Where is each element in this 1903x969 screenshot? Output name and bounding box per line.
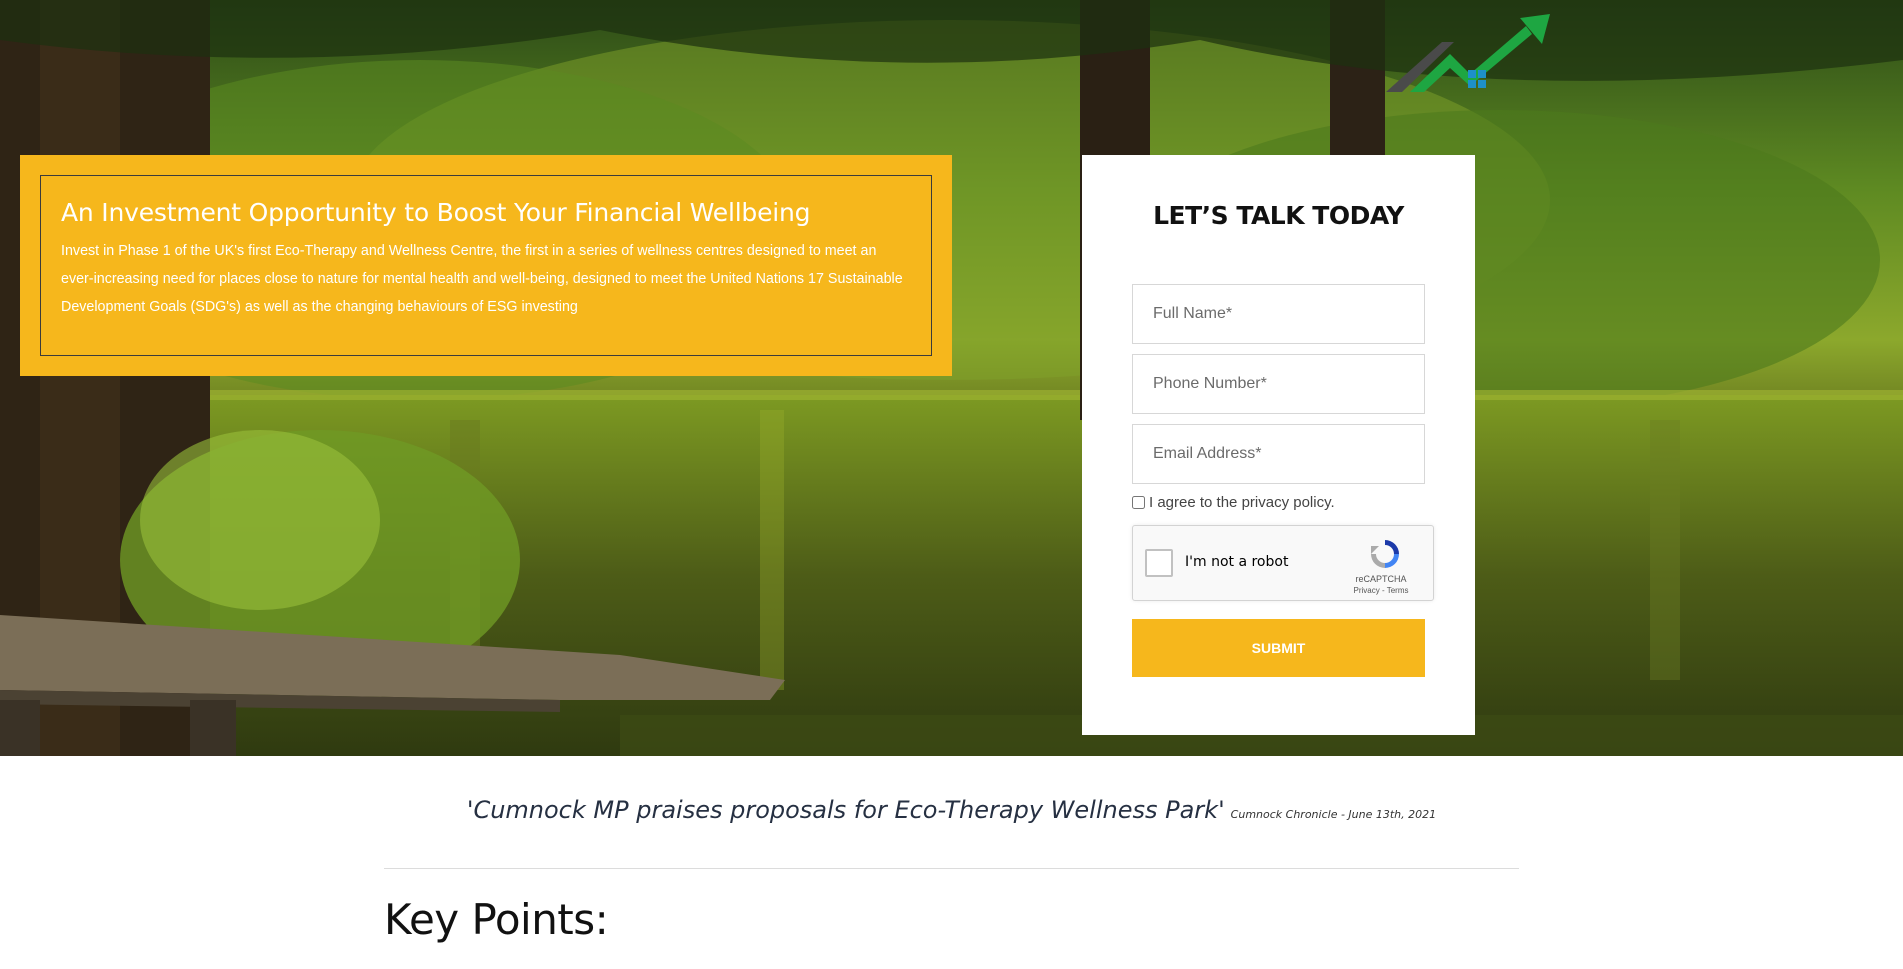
privacy-consent[interactable]: I agree to the privacy policy. — [1132, 494, 1425, 511]
rising-arrow-house-icon[interactable] — [1386, 14, 1556, 96]
quote-source: Cumnock Chronicle - June 13th, 2021 — [1230, 808, 1437, 821]
quote-text: 'Cumnock MP praises proposals for Eco-Th… — [466, 796, 1225, 824]
key-points-heading: Key Points: — [384, 895, 609, 944]
recaptcha-label: I'm not a robot — [1185, 554, 1289, 570]
recaptcha-privacy-terms-links[interactable]: Privacy - Terms — [1333, 586, 1429, 595]
contact-form: LET’S TALK TODAY I agree to the privacy … — [1082, 155, 1475, 735]
full-name-input[interactable] — [1132, 284, 1425, 344]
recaptcha-widget: I'm not a robot reCAPTCHA Privacy - Term… — [1132, 525, 1434, 601]
recaptcha-checkbox[interactable] — [1145, 549, 1173, 577]
phone-number-input[interactable] — [1132, 354, 1425, 414]
section-divider — [384, 868, 1519, 869]
forest-lake-background — [0, 0, 1903, 756]
investment-title: An Investment Opportunity to Boost Your … — [61, 198, 811, 227]
recaptcha-logo-icon — [1371, 540, 1399, 568]
privacy-checkbox[interactable] — [1132, 496, 1145, 509]
submit-button[interactable]: SUBMIT — [1132, 619, 1425, 677]
email-address-input[interactable] — [1132, 424, 1425, 484]
form-title: LET’S TALK TODAY — [1153, 201, 1404, 230]
privacy-label: I agree to the privacy policy. — [1149, 494, 1335, 511]
investment-info-inner: An Investment Opportunity to Boost Your … — [40, 175, 932, 356]
recaptcha-brand: reCAPTCHA — [1355, 574, 1407, 584]
press-quote: 'Cumnock MP praises proposals for Eco-Th… — [0, 796, 1903, 824]
hero-section: An Investment Opportunity to Boost Your … — [0, 0, 1903, 756]
investment-info-box: An Investment Opportunity to Boost Your … — [20, 155, 952, 376]
investment-description: Invest in Phase 1 of the UK's first Eco-… — [61, 243, 903, 315]
